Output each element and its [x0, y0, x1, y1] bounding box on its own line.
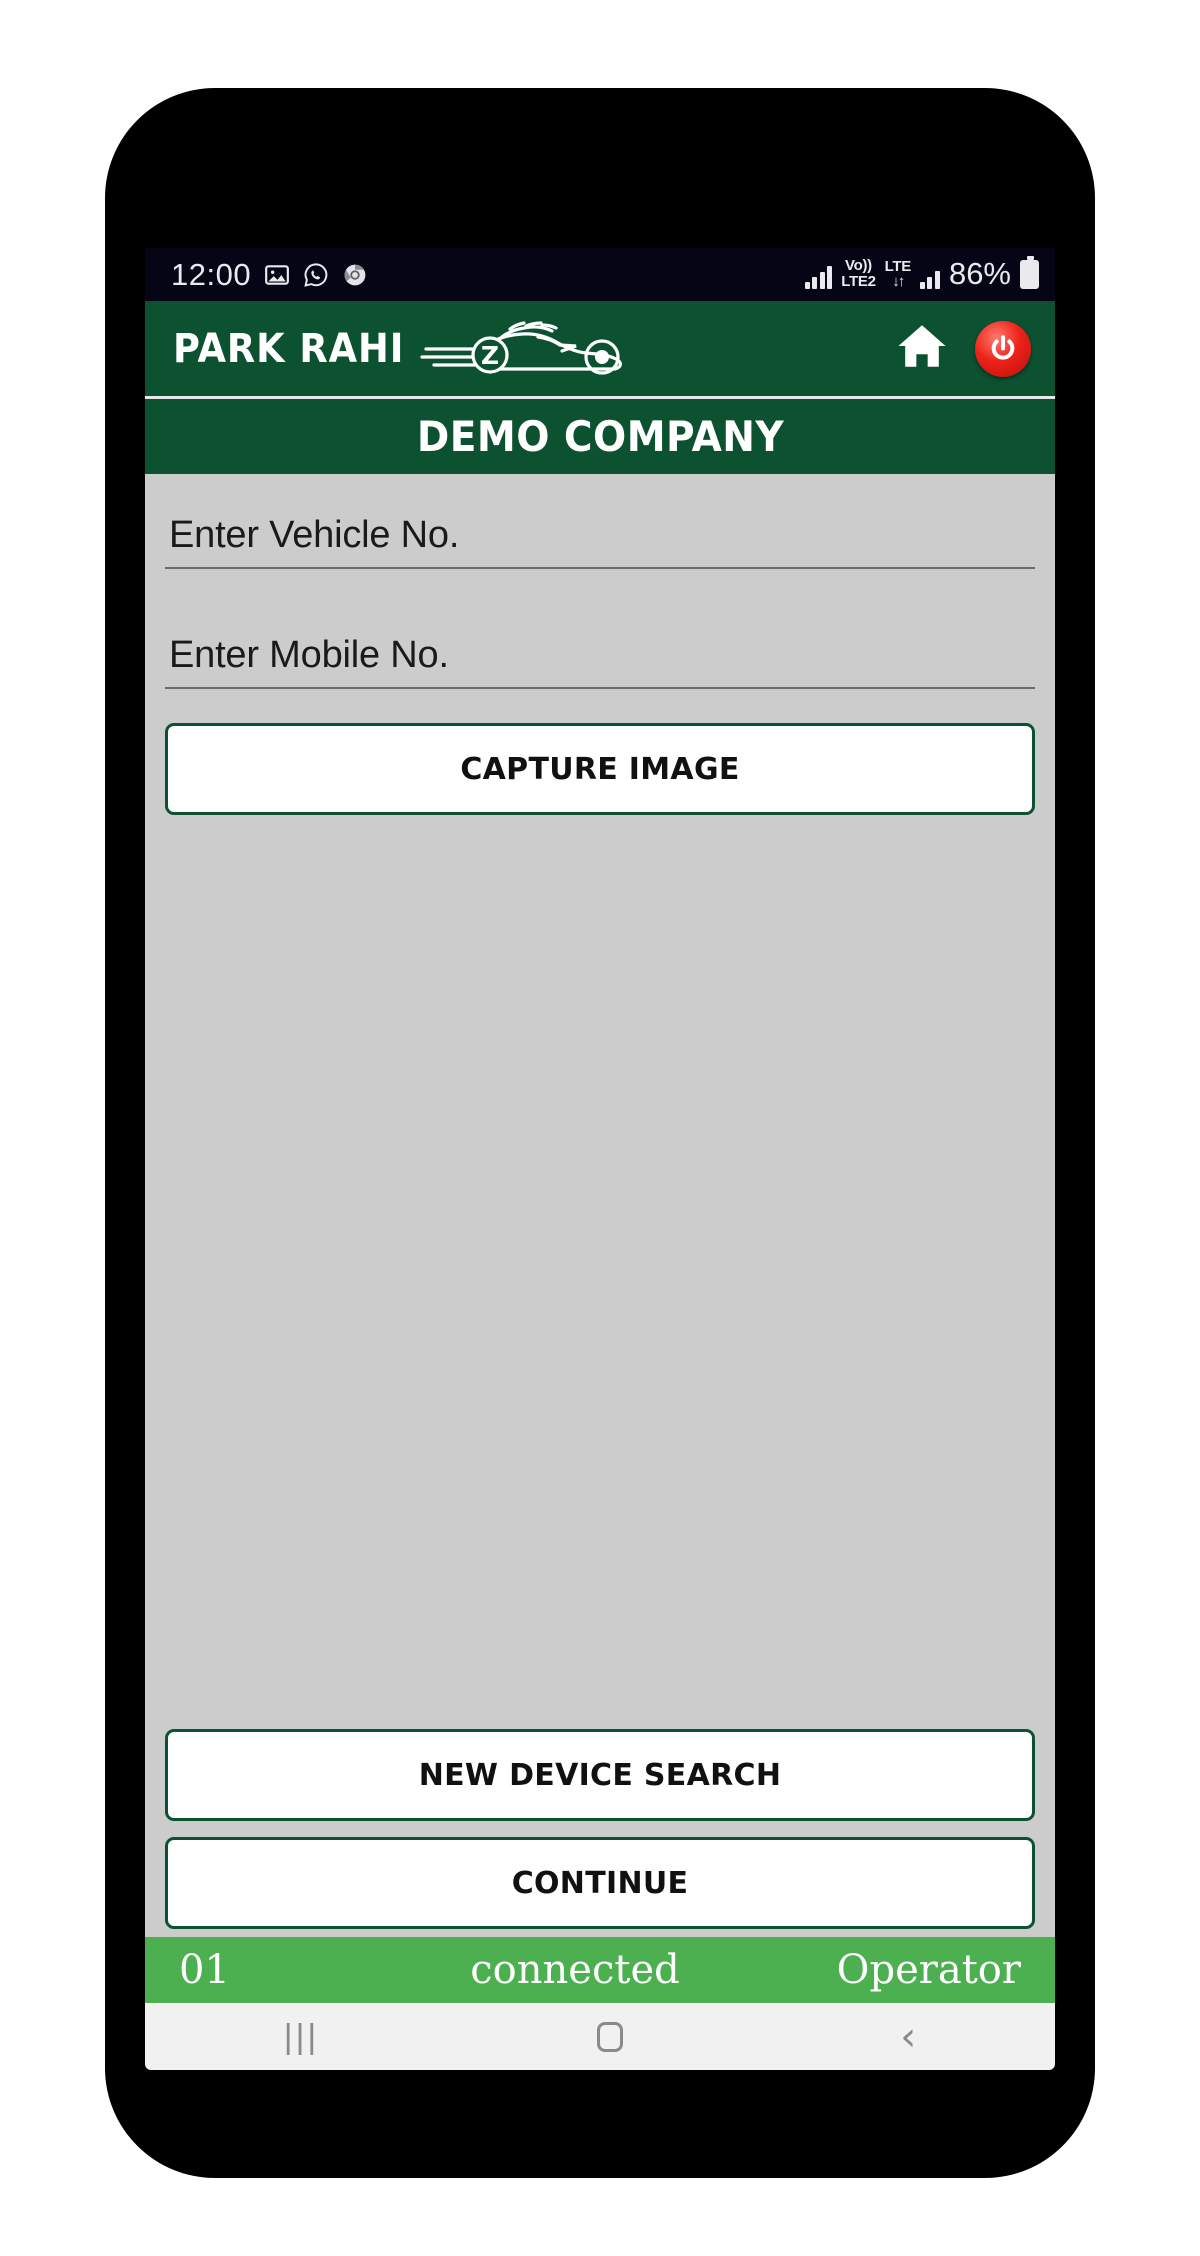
whatsapp-icon [303, 262, 329, 288]
home-icon[interactable] [895, 322, 949, 375]
power-icon[interactable] [975, 320, 1031, 377]
header-actions [895, 320, 1031, 377]
android-status-bar: 12:00 Vo)) LTE2 LTE ↓↑ 86% [145, 248, 1055, 301]
status-bar-left-group: 12:00 [171, 257, 368, 293]
company-title-bar: DEMO COMPANY [145, 399, 1055, 474]
vehicle-number-field[interactable]: Enter Vehicle No. [165, 514, 1035, 569]
form-spacer [165, 815, 1035, 1729]
back-icon[interactable]: ‹ [900, 2017, 916, 2057]
page-title: DEMO COMPANY [416, 412, 784, 461]
android-nav-bar: ||| ‹ [145, 2003, 1055, 2070]
home-square-icon[interactable] [596, 2021, 623, 2052]
status-bar-right-group: Vo)) LTE2 LTE ↓↑ 86% [804, 256, 1039, 291]
vehicle-number-placeholder: Enter Vehicle No. [169, 514, 460, 556]
signal-bars-sim1-icon [804, 265, 833, 289]
lte-data-indicator: LTE ↓↑ [884, 257, 912, 290]
signal-bars-sim2-icon [919, 265, 940, 289]
new-device-search-button[interactable]: NEW DEVICE SEARCH [165, 1729, 1035, 1821]
continue-button[interactable]: CONTINUE [165, 1837, 1035, 1929]
data-transfer-arrows-icon: ↓↑ [892, 273, 905, 290]
sim-label: LTE2 [841, 272, 876, 290]
mobile-number-placeholder: Enter Mobile No. [169, 634, 449, 676]
image-icon [264, 262, 290, 288]
brand-name-label: PARK RAHI [173, 325, 405, 372]
mobile-number-field[interactable]: Enter Mobile No. [165, 634, 1035, 689]
user-role-label: Operator [836, 1947, 1021, 1993]
brand-logo: PARK RAHI Z [173, 315, 623, 382]
network-type-label: LTE [884, 257, 912, 275]
recents-icon[interactable]: ||| [284, 2020, 320, 2054]
sim1-network-label: Vo)) LTE2 [841, 257, 876, 290]
battery-percent-label: 86% [948, 256, 1011, 291]
chrome-icon [342, 262, 368, 288]
race-car-icon: Z [418, 315, 623, 382]
connection-status-label: connected [470, 1947, 680, 1993]
phone-screen: 12:00 Vo)) LTE2 LTE ↓↑ 86% PARK RAHI Z D… [145, 248, 1055, 2003]
app-status-footer: 01 connected Operator [145, 1937, 1055, 2003]
app-header: PARK RAHI Z [145, 301, 1055, 399]
svg-text:Z: Z [481, 341, 499, 370]
capture-image-button[interactable]: CAPTURE IMAGE [165, 723, 1035, 815]
battery-icon [1020, 256, 1039, 289]
form-body: Enter Vehicle No. Enter Mobile No. CAPTU… [145, 474, 1055, 1937]
slot-number-label: 01 [179, 1947, 230, 1993]
status-bar-clock: 12:00 [171, 256, 252, 292]
volte-label: Vo)) [845, 257, 872, 275]
